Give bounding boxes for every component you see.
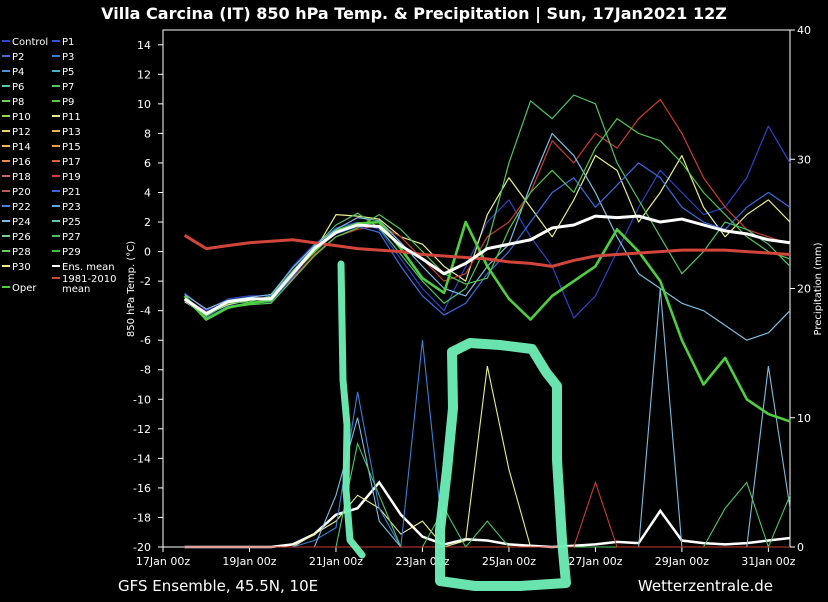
legend-label: P12: [12, 127, 31, 138]
x-tick-label: 17Jan 00z: [136, 555, 190, 568]
legend-label: Control: [12, 37, 48, 48]
y-tick-label: -12: [133, 423, 151, 436]
y2-tick-label: 20: [797, 283, 811, 296]
y-tick-label: -16: [133, 482, 151, 495]
y-tick-label: -2: [140, 275, 151, 288]
x-tick-label: 25Jan 00z: [482, 555, 536, 568]
x-tick-label: 31Jan 00z: [741, 555, 795, 568]
legend-label: Ens. mean: [62, 262, 115, 273]
x-tick-label: 19Jan 00z: [222, 555, 276, 568]
y-tick-label: -6: [140, 334, 151, 347]
ensemble-chart: Villa Carcina (IT) 850 hPa Temp. & Preci…: [0, 0, 828, 602]
y-tick-label: -14: [133, 452, 151, 465]
legend-label: P9: [62, 97, 74, 108]
legend-label: P11: [62, 112, 81, 123]
legend-label: P30: [12, 262, 31, 273]
y-tick-label: 0: [144, 246, 151, 259]
legend-label: P19: [62, 172, 81, 183]
legend-label: P10: [12, 112, 31, 123]
legend-label: P8: [12, 97, 24, 108]
legend-label: P20: [12, 187, 31, 198]
y-tick-label: 6: [144, 157, 151, 170]
y2-tick-label: 0: [797, 541, 804, 554]
legend-label: P1: [62, 37, 74, 48]
y-tick-label: -20: [133, 541, 151, 554]
legend-label: P14: [12, 142, 31, 153]
legend-label: P7: [62, 82, 74, 93]
legend-label: P28: [12, 247, 31, 258]
y2-tick-label: 40: [797, 24, 811, 37]
y-tick-label: 8: [144, 127, 151, 140]
legend-label: P29: [62, 247, 81, 258]
y2-axis-label: Precipitation (mm): [813, 242, 824, 335]
x-tick-label: 21Jan 00z: [309, 555, 363, 568]
y-tick-label: 4: [144, 186, 151, 199]
y-tick-label: 2: [144, 216, 151, 229]
legend-label: P3: [62, 52, 74, 63]
y-tick-label: 12: [137, 68, 151, 81]
legend-label: P4: [12, 67, 24, 78]
legend-label: P6: [12, 82, 24, 93]
y2-tick-label: 30: [797, 153, 811, 166]
footer-source-label: Wetterzentrale.de: [638, 577, 773, 595]
legend-label: P16: [12, 157, 31, 168]
y-tick-label: 10: [137, 98, 151, 111]
legend-label: P23: [62, 202, 81, 213]
legend-label: P27: [62, 232, 81, 243]
legend-label: P21: [62, 187, 81, 198]
y-tick-label: 14: [137, 39, 151, 52]
legend-label: P13: [62, 127, 81, 138]
y2-tick-label: 10: [797, 412, 811, 425]
legend-label: P5: [62, 67, 74, 78]
y-axis-label: 850 hPa Temp. (°C): [126, 241, 137, 337]
legend-label: Oper: [12, 283, 37, 294]
legend-label: P26: [12, 232, 31, 243]
footer-model-label: GFS Ensemble, 45.5N, 10E: [118, 577, 318, 595]
chart-title: Villa Carcina (IT) 850 hPa Temp. & Preci…: [101, 4, 727, 24]
legend-label: P15: [62, 142, 81, 153]
legend-label: P17: [62, 157, 81, 168]
legend-label: P2: [12, 52, 24, 63]
x-tick-label: 29Jan 00z: [655, 555, 709, 568]
legend-label: P18: [12, 172, 31, 183]
legend-label: P22: [12, 202, 31, 213]
legend-label: P25: [62, 217, 81, 228]
y-tick-label: -4: [140, 305, 151, 318]
y-tick-label: -8: [140, 364, 151, 377]
y-tick-label: -18: [133, 511, 151, 524]
legend-label: P24: [12, 217, 31, 228]
x-tick-label: 27Jan 00z: [568, 555, 622, 568]
legend-label: mean: [62, 284, 90, 295]
y-tick-label: -10: [133, 393, 151, 406]
